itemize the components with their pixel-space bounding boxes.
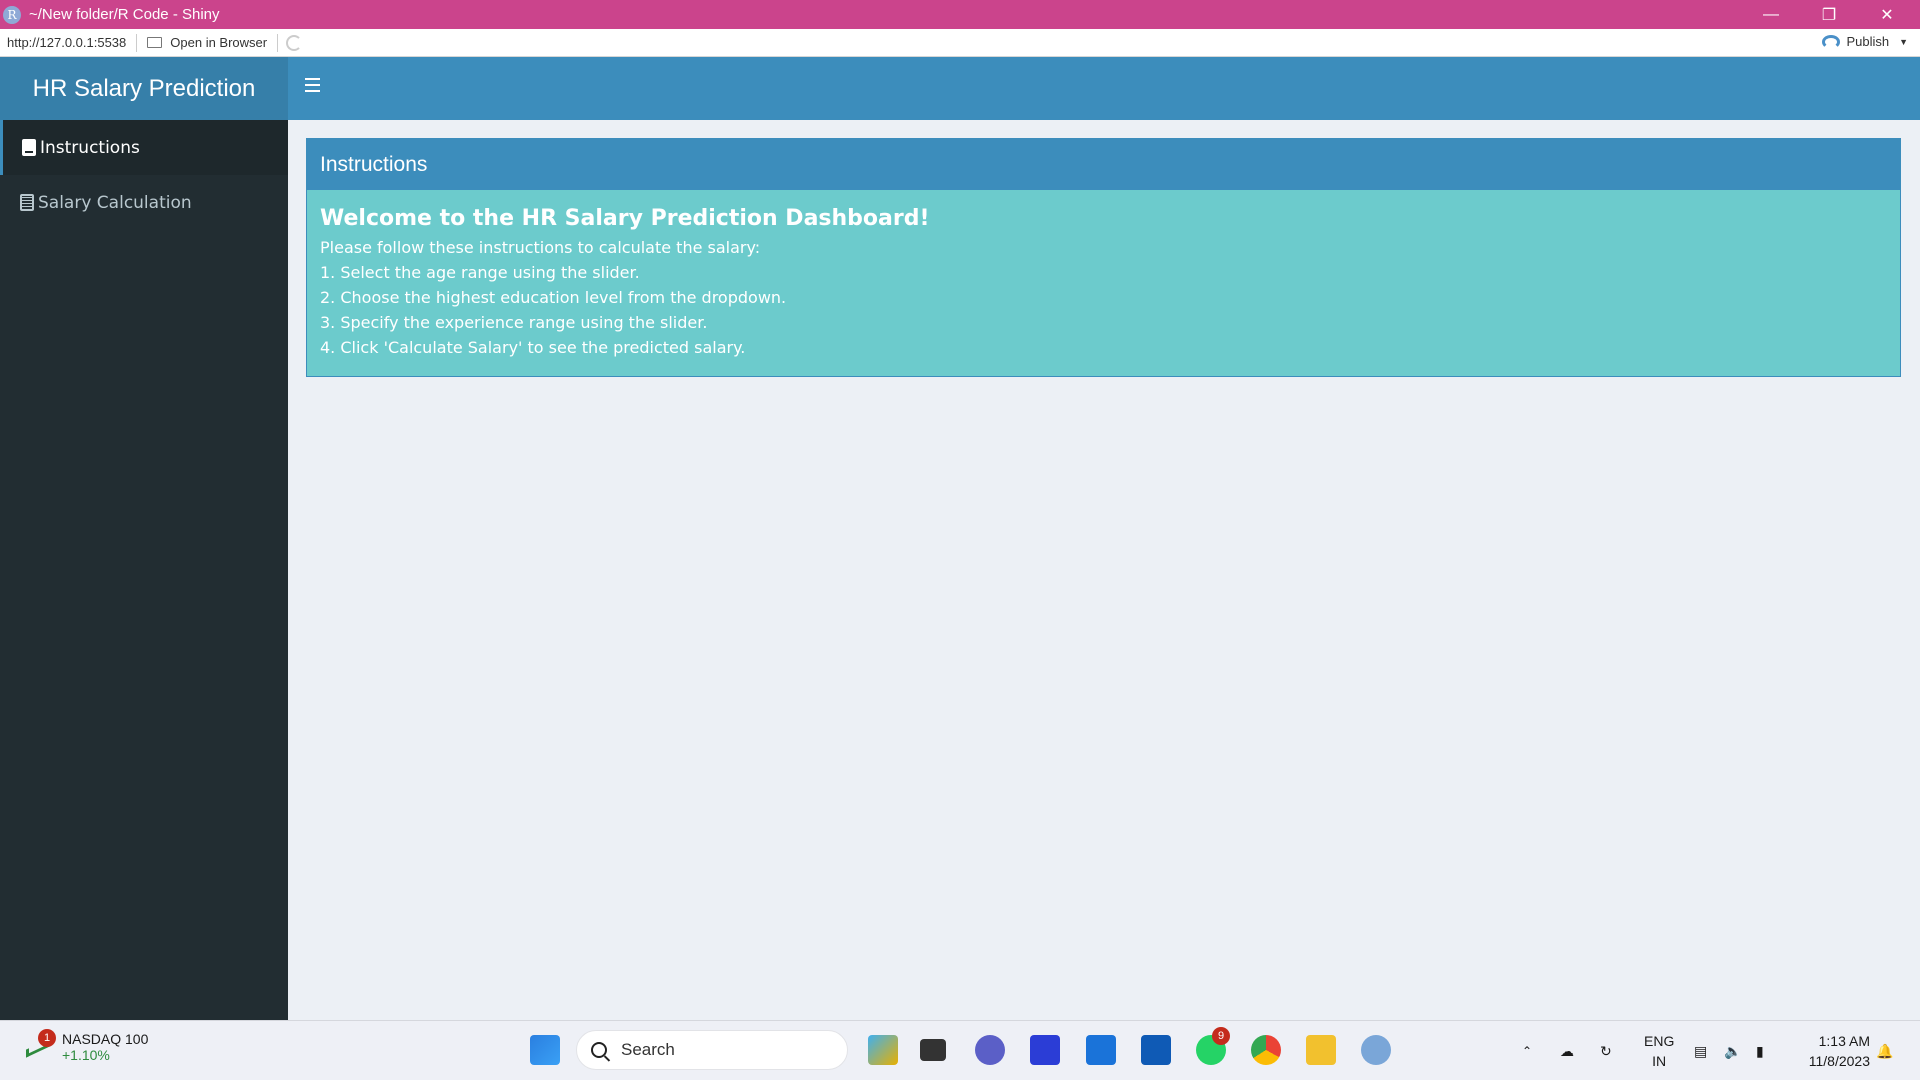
region-code: IN [1652, 1053, 1667, 1069]
open-in-browser-button[interactable]: Open in Browser [137, 33, 279, 52]
sidebar: Instructions Salary Calculation [0, 120, 288, 1020]
sidebar-item-label: Instructions [40, 137, 140, 158]
language-indicator[interactable]: ENG IN [1644, 1031, 1674, 1071]
browser-window-icon [147, 37, 163, 48]
volume-icon[interactable]: 🔈 [1724, 1021, 1741, 1080]
stock-widget[interactable]: 1 NASDAQ 100 +1.10% [24, 1029, 149, 1063]
chevron-down-icon: ▼ [1899, 36, 1908, 47]
stock-change: +1.10% [62, 1047, 110, 1063]
main-content: Instructions Welcome to the HR Salary Pr… [288, 120, 1920, 1020]
onedrive-icon[interactable]: ☁ [1560, 1021, 1574, 1080]
sidebar-toggle-icon[interactable] [305, 78, 325, 98]
store-icon[interactable] [1141, 1035, 1171, 1065]
open-in-browser-label: Open in Browser [170, 35, 268, 50]
welcome-heading: Welcome to the HR Salary Prediction Dash… [320, 206, 930, 231]
sidebar-item-label: Salary Calculation [38, 192, 192, 213]
windows-start-icon[interactable] [530, 1035, 560, 1065]
app-title: HR Salary Prediction [0, 57, 288, 120]
minimize-icon[interactable]: — [1742, 0, 1800, 29]
chrome-icon[interactable] [1251, 1035, 1281, 1065]
instruction-step: 4. Click 'Calculate Salary' to see the p… [320, 338, 746, 357]
publish-label: Publish [1846, 34, 1890, 49]
sidebar-item-instructions[interactable]: Instructions [0, 120, 288, 175]
mail-icon[interactable] [1086, 1035, 1116, 1065]
instructions-box: Instructions Welcome to the HR Salary Pr… [306, 138, 1901, 377]
publish-icon [1822, 34, 1841, 49]
sync-icon[interactable]: ↻ [1600, 1021, 1612, 1080]
copilot-icon[interactable] [868, 1035, 898, 1065]
stock-badge: 1 [38, 1029, 56, 1047]
language-code: ENG [1644, 1033, 1675, 1049]
search-placeholder: Search [621, 1040, 675, 1059]
close-icon[interactable]: ✕ [1858, 0, 1916, 29]
publish-button[interactable]: Publish ▼ [1822, 34, 1908, 49]
taskbar: 1 NASDAQ 100 +1.10% Search 9 ⌃ ☁ ↻ ENG I… [0, 1020, 1920, 1080]
rstudio-logo-icon: R [3, 5, 21, 24]
stock-chart-icon: 1 [24, 1029, 56, 1058]
battery-icon[interactable]: ▮ [1756, 1021, 1764, 1080]
window-title: ~/New folder/R Code - Shiny [29, 6, 220, 23]
viewer-toolbar: http://127.0.0.1:5538 Open in Browser Pu… [0, 29, 1920, 57]
book-icon [22, 139, 36, 156]
whatsapp-badge: 9 [1212, 1027, 1230, 1045]
viewer-url[interactable]: http://127.0.0.1:5538 [0, 33, 138, 52]
box-body: Welcome to the HR Salary Prediction Dash… [307, 190, 1900, 376]
rstudio-icon[interactable] [1361, 1035, 1391, 1065]
instruction-step: 1. Select the age range using the slider… [320, 263, 640, 282]
file-explorer-icon[interactable] [1306, 1035, 1336, 1065]
box-title: Instructions [307, 139, 1900, 190]
instruction-step: 3. Specify the experience range using th… [320, 313, 708, 332]
sidebar-item-salary-calculation[interactable]: Salary Calculation [0, 175, 288, 230]
taskbar-search[interactable]: Search [576, 1030, 848, 1070]
chevron-up-icon[interactable]: ⌃ [1522, 1021, 1532, 1080]
instructions-intro: Please follow these instructions to calc… [320, 238, 761, 257]
clock-time: 1:13 AM [1818, 1033, 1870, 1049]
calculator-icon [20, 194, 34, 211]
app-icon[interactable] [1030, 1035, 1060, 1065]
notification-icon[interactable]: 🔔 [1876, 1021, 1893, 1080]
search-icon [591, 1042, 607, 1058]
restore-icon[interactable]: ❐ [1800, 0, 1858, 29]
clock-date: 11/8/2023 [1808, 1053, 1870, 1069]
network-icon[interactable]: ▤ [1694, 1021, 1707, 1080]
top-navbar [288, 57, 1920, 120]
stock-name: NASDAQ 100 [62, 1031, 149, 1047]
instruction-step: 2. Choose the highest education level fr… [320, 288, 787, 307]
window-title-bar: R ~/New folder/R Code - Shiny — ❐ ✕ [0, 0, 1920, 29]
refresh-icon[interactable] [286, 34, 303, 51]
task-view-icon[interactable] [920, 1039, 946, 1061]
clock[interactable]: 1:13 AM 11/8/2023 [1809, 1031, 1870, 1071]
teams-chat-icon[interactable] [975, 1035, 1005, 1065]
whatsapp-icon[interactable]: 9 [1196, 1027, 1230, 1065]
